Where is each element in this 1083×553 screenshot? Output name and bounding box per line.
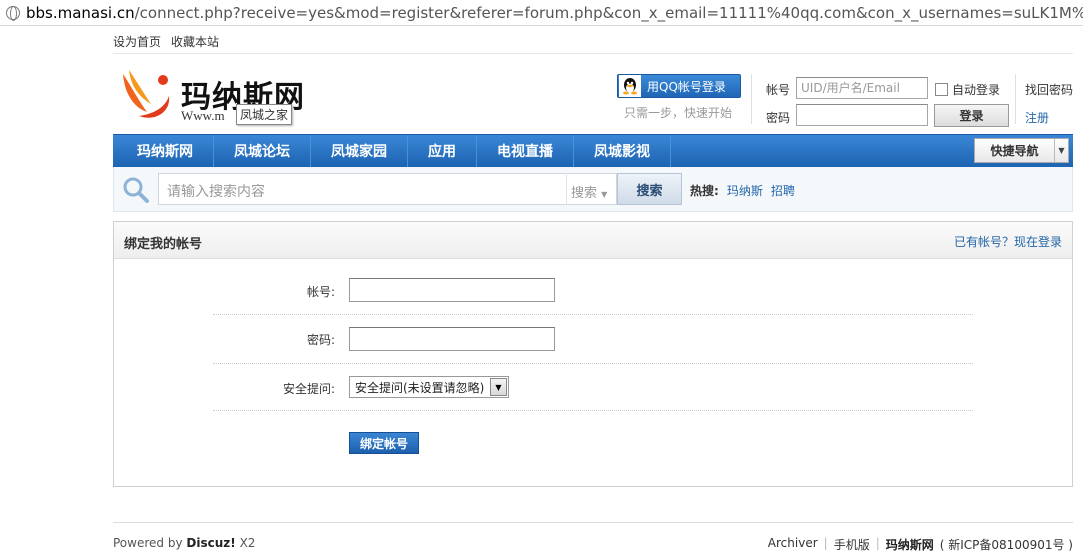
- discuz-link[interactable]: Discuz!: [186, 536, 235, 550]
- bookmark-site-link[interactable]: 收藏本站: [171, 33, 219, 50]
- forgot-password-link[interactable]: 找回密码: [1025, 81, 1073, 98]
- archiver-link[interactable]: Archiver: [768, 536, 818, 553]
- auto-login-checkbox[interactable]: [935, 83, 948, 96]
- mobile-link[interactable]: 手机版: [834, 536, 870, 553]
- top-links: 设为首页 收藏本站: [113, 30, 1073, 54]
- chevron-down-icon: ▼: [1054, 139, 1068, 162]
- quick-nav-label: 快捷导航: [990, 144, 1039, 158]
- security-question-label: 安全提问:: [282, 382, 335, 396]
- password-input[interactable]: [796, 104, 928, 126]
- auto-login-label: 自动登录: [952, 83, 1001, 97]
- register-link[interactable]: 注册: [1025, 109, 1049, 126]
- account-label: 帐号: [766, 83, 791, 97]
- set-homepage-link[interactable]: 设为首页: [113, 33, 161, 50]
- powered-by: Powered by Discuz! X2: [113, 536, 256, 550]
- qq-login-hint: 只需一步，快速开始: [624, 106, 733, 120]
- search-input[interactable]: 请输入搜索内容: [158, 173, 567, 205]
- divider: [1015, 74, 1016, 124]
- icp-link[interactable]: ( 新ICP备08100901号 ): [940, 536, 1073, 553]
- footer-links: Archiver | 手机版 | 玛纳斯网 ( 新ICP备08100901号 ): [767, 536, 1073, 553]
- chevron-down-icon: ▼: [601, 190, 608, 199]
- nav-item-tv-live[interactable]: 电视直播: [477, 134, 574, 168]
- chevron-down-icon: ▼: [490, 378, 507, 396]
- quick-nav-button[interactable]: 快捷导航 ▼: [974, 138, 1069, 163]
- search-icon: [123, 177, 149, 203]
- have-account-login-link[interactable]: 已有帐号？现在登录: [954, 233, 1062, 250]
- bind-account-button[interactable]: 绑定帐号: [349, 432, 419, 454]
- nav-item-home[interactable]: 玛纳斯网: [113, 134, 214, 168]
- nav-item-forum[interactable]: 凤城论坛: [214, 134, 311, 168]
- url-text[interactable]: bbs.manasi.cn/connect.php?receive=yes&mo…: [26, 4, 1083, 22]
- hot-search: 热搜: 玛纳斯 招聘: [690, 182, 795, 199]
- logo-mark-icon: [123, 70, 170, 118]
- qq-login-label: 用QQ帐号登录: [647, 79, 726, 94]
- bind-account-panel: 绑定我的帐号 已有帐号？现在登录: [113, 221, 1073, 487]
- main-nav: 玛纳斯网 凤城论坛 凤城家园 应用 电视直播 凤城影视: [113, 134, 1073, 168]
- nav-item-movies[interactable]: 凤城影视: [574, 134, 671, 168]
- site-name-link[interactable]: 玛纳斯网: [886, 536, 934, 553]
- divider: [213, 410, 973, 411]
- search-button[interactable]: 搜索: [617, 173, 682, 205]
- bind-password-label: 密码:: [306, 333, 335, 347]
- bind-password-input[interactable]: [349, 327, 555, 351]
- security-question-select[interactable]: 安全提问(未设置请忽略) ▼: [349, 376, 509, 398]
- logo-tooltip: 凤城之家: [236, 104, 293, 125]
- globe-icon: [6, 5, 20, 21]
- divider: [213, 363, 973, 364]
- search-scope-select[interactable]: 搜索 ▼: [566, 173, 617, 205]
- qq-penguin-icon: [619, 75, 641, 97]
- nav-item-apps[interactable]: 应用: [408, 134, 477, 168]
- site-url-text: Www.m: [181, 108, 225, 123]
- qq-login-button[interactable]: 用QQ帐号登录: [617, 74, 741, 98]
- hot-term-link[interactable]: 玛纳斯: [727, 182, 763, 199]
- panel-title: 绑定我的帐号: [124, 237, 203, 252]
- account-input[interactable]: UID/用户名/Email: [796, 77, 928, 99]
- bind-account-label: 帐号:: [306, 285, 335, 299]
- address-bar[interactable]: bbs.manasi.cn/connect.php?receive=yes&mo…: [0, 0, 1083, 26]
- footer-divider: [113, 522, 1073, 523]
- nav-item-home-space[interactable]: 凤城家园: [311, 134, 408, 168]
- login-button[interactable]: 登录: [934, 104, 1009, 127]
- bind-account-input[interactable]: [349, 278, 555, 302]
- hot-term-link[interactable]: 招聘: [771, 182, 795, 199]
- divider: [751, 74, 752, 124]
- panel-header: 绑定我的帐号 已有帐号？现在登录: [114, 222, 1072, 259]
- divider: [213, 314, 973, 315]
- password-label: 密码: [766, 111, 791, 125]
